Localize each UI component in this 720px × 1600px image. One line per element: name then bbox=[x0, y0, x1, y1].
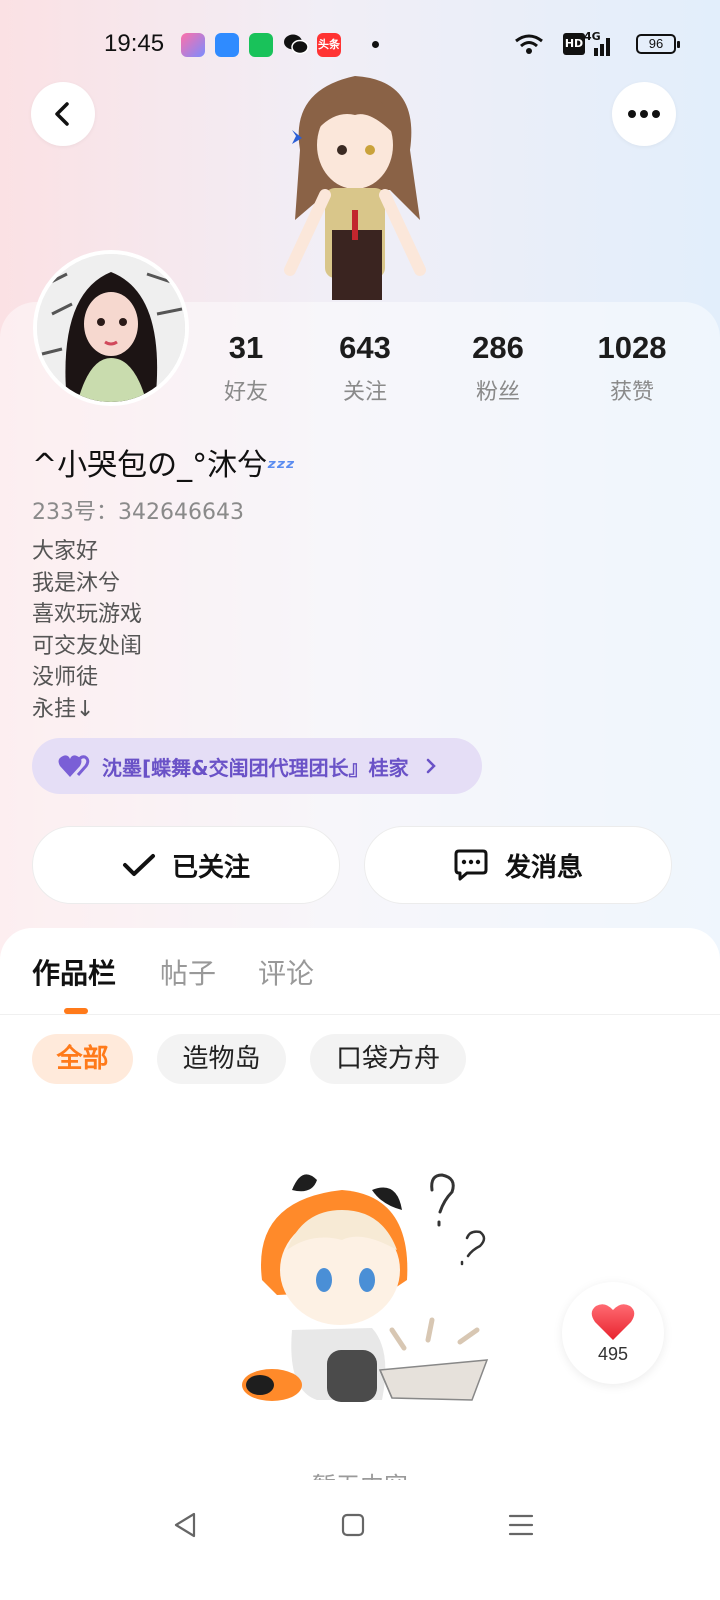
tab-divider bbox=[0, 1014, 720, 1015]
filter-pocket-ark[interactable]: 口袋方舟 bbox=[310, 1034, 466, 1084]
stat-likes[interactable]: 1028 获赞 bbox=[562, 330, 702, 406]
nav-menu-button[interactable] bbox=[506, 1510, 536, 1544]
back-button[interactable] bbox=[31, 82, 95, 146]
tab-works[interactable]: 作品栏 bbox=[32, 952, 116, 992]
tab-posts[interactable]: 帖子 bbox=[160, 952, 216, 992]
wechat-icon bbox=[283, 32, 309, 60]
status-dot bbox=[372, 41, 379, 48]
username: ^小哭包の_°沐兮 bbox=[32, 448, 268, 483]
like-button[interactable]: 495 bbox=[562, 1282, 664, 1384]
menu-icon bbox=[508, 1514, 534, 1536]
chat-bubble-icon bbox=[454, 849, 488, 881]
stat-value: 1028 bbox=[597, 330, 667, 365]
bio-line: 喜欢玩游戏 bbox=[32, 602, 143, 627]
more-button[interactable] bbox=[612, 82, 676, 146]
bio: 大家好 我是沐兮 喜欢玩游戏 可交友处闺 没师徒 永挂↓ bbox=[32, 536, 142, 725]
user-id: 233号：342646643 bbox=[32, 500, 244, 525]
sleep-icon: ᶻᶻᶻ bbox=[267, 456, 295, 481]
nav-back-button[interactable] bbox=[170, 1510, 200, 1544]
heart-icon bbox=[591, 1303, 635, 1340]
filter-all[interactable]: 全部 bbox=[32, 1034, 133, 1084]
stat-label: 获赞 bbox=[609, 380, 654, 405]
app-icon-1 bbox=[181, 33, 205, 57]
chevron-left-icon bbox=[55, 102, 69, 126]
tab-comments[interactable]: 评论 bbox=[258, 952, 314, 992]
following-button-label: 已关注 bbox=[171, 852, 250, 883]
hero-character-avatar bbox=[270, 70, 450, 310]
signal-icon bbox=[585, 36, 613, 60]
bio-line: 永挂↓ bbox=[32, 696, 95, 722]
username-row: ^小哭包の_°沐兮ᶻᶻᶻ bbox=[32, 440, 295, 484]
chevron-right-icon bbox=[426, 758, 436, 774]
wifi-icon bbox=[514, 33, 544, 59]
stat-label: 粉丝 bbox=[475, 380, 520, 405]
bio-line: 没师徒 bbox=[32, 665, 99, 690]
following-button[interactable]: 已关注 bbox=[32, 826, 340, 904]
stat-following[interactable]: 643 关注 bbox=[295, 330, 435, 406]
bio-line: 可交友处闺 bbox=[32, 633, 143, 659]
stat-label: 关注 bbox=[342, 380, 387, 405]
avatar[interactable] bbox=[33, 250, 189, 406]
status-time: 19:45 bbox=[104, 30, 165, 57]
relationship-tag[interactable]: 沈墨[蝶舞&交闺团代理团长』桂家 bbox=[32, 738, 482, 794]
empty-state-illustration bbox=[232, 1170, 502, 1430]
stat-value: 286 bbox=[472, 330, 524, 365]
nav-home-button[interactable] bbox=[338, 1510, 368, 1544]
more-icon bbox=[628, 110, 660, 118]
bio-line: 我是沐兮 bbox=[32, 570, 121, 596]
toutiao-icon: 头条 bbox=[317, 33, 341, 57]
stat-value: 643 bbox=[339, 330, 391, 365]
app-icon-2 bbox=[215, 33, 239, 57]
filter-creation-island[interactable]: 造物岛 bbox=[157, 1034, 286, 1084]
bio-line: 大家好 bbox=[32, 539, 99, 564]
double-heart-icon bbox=[58, 755, 90, 777]
stat-followers[interactable]: 286 粉丝 bbox=[428, 330, 568, 406]
app-icon-3 bbox=[249, 33, 273, 57]
relationship-tag-label: 沈墨[蝶舞&交闺团代理团长』桂家 bbox=[102, 755, 409, 780]
message-button-label: 发消息 bbox=[504, 852, 583, 883]
check-icon bbox=[122, 854, 155, 876]
battery-indicator: 96 bbox=[636, 34, 680, 54]
square-home-icon bbox=[341, 1513, 365, 1537]
like-count: 495 bbox=[597, 1343, 629, 1364]
message-button[interactable]: 发消息 bbox=[364, 826, 672, 904]
hd-badge: HD bbox=[563, 33, 585, 55]
triangle-back-icon bbox=[174, 1512, 196, 1538]
